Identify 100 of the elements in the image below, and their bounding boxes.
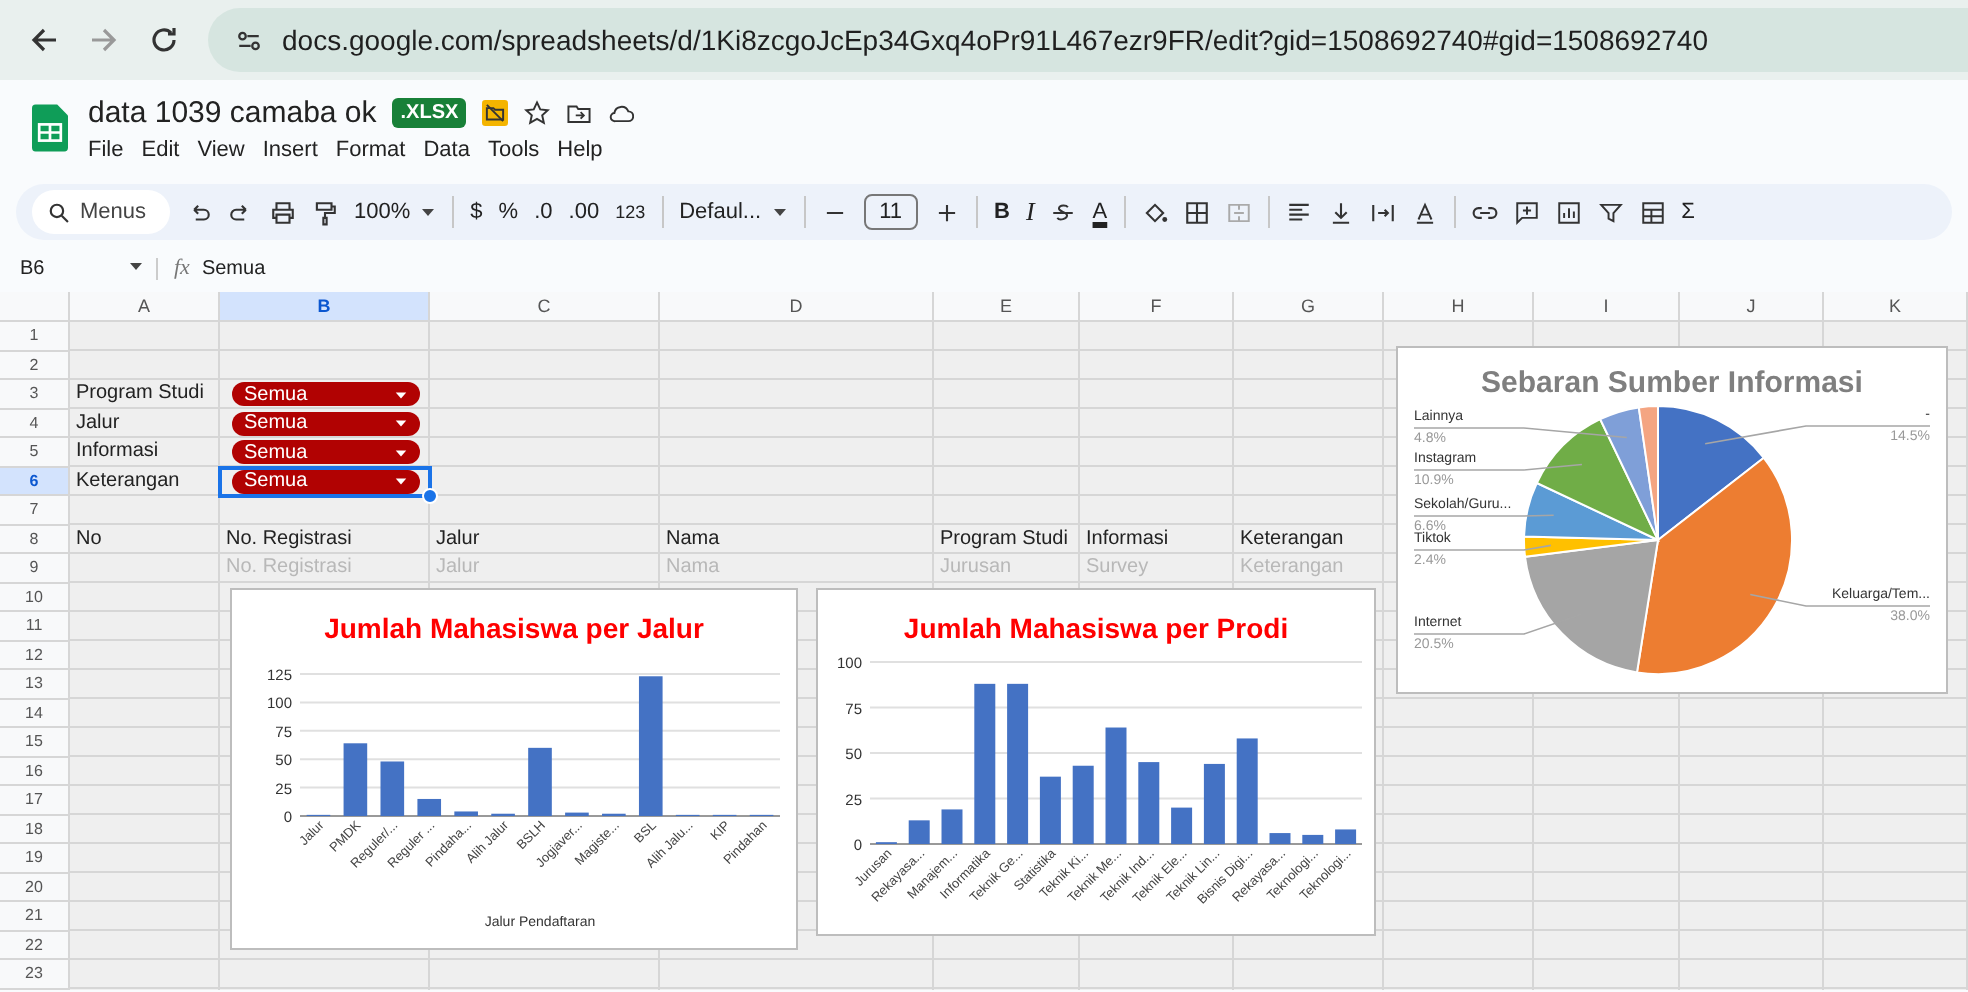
vertical-align-icon[interactable] xyxy=(1327,199,1354,225)
column-header[interactable]: J xyxy=(1680,292,1824,322)
filter-icon[interactable] xyxy=(1597,199,1624,225)
dropdown-chip[interactable]: Semua xyxy=(232,411,420,436)
row-header[interactable]: 2 xyxy=(0,351,70,380)
row-header[interactable]: 3 xyxy=(0,380,70,409)
row-header[interactable]: 12 xyxy=(0,641,70,670)
dropdown-chip[interactable]: Semua xyxy=(232,440,420,465)
plus-icon[interactable] xyxy=(933,199,960,225)
table-cell[interactable]: Semua xyxy=(220,467,430,496)
menu-item[interactable]: Help xyxy=(557,138,603,162)
align-left-icon[interactable] xyxy=(1285,199,1312,225)
table-cell[interactable]: Semua xyxy=(220,380,430,409)
menu-item[interactable]: Data xyxy=(423,138,470,162)
column-header[interactable]: A xyxy=(70,292,220,322)
borders-icon[interactable] xyxy=(1183,199,1210,225)
chart-icon[interactable] xyxy=(1555,199,1582,225)
decrease-decimals-button[interactable]: .0 xyxy=(534,200,553,224)
menus-search-field[interactable]: Menus xyxy=(32,190,171,234)
row-header[interactable]: 9 xyxy=(0,554,70,583)
dropdown-chip[interactable]: Semua xyxy=(232,382,420,407)
table-cell[interactable]: Jalur xyxy=(430,525,660,554)
back-icon[interactable] xyxy=(28,24,60,56)
row-header[interactable]: 1 xyxy=(0,322,70,351)
dropdown-chip[interactable]: Semua xyxy=(232,469,420,494)
table-cell[interactable]: Semua xyxy=(220,438,430,467)
table-cell[interactable]: No xyxy=(70,525,220,554)
table-cell[interactable]: Jalur xyxy=(70,409,220,438)
zoom-dropdown[interactable]: 100% xyxy=(354,200,437,224)
table-cell[interactable]: No. Registrasi xyxy=(220,525,430,554)
fill-handle[interactable] xyxy=(422,488,438,504)
row-header[interactable]: 8 xyxy=(0,525,70,554)
formula-field[interactable]: Semua xyxy=(201,257,266,279)
row-header[interactable]: 14 xyxy=(0,699,70,728)
row-header[interactable]: 17 xyxy=(0,786,70,815)
row-header[interactable]: 5 xyxy=(0,438,70,467)
row-header[interactable]: 7 xyxy=(0,496,70,525)
menu-item[interactable]: View xyxy=(197,138,245,162)
table-cell[interactable]: Informasi xyxy=(1080,525,1234,554)
row-header[interactable]: 13 xyxy=(0,670,70,699)
row-header[interactable]: 16 xyxy=(0,757,70,786)
menu-item[interactable]: File xyxy=(88,138,124,162)
table-cell[interactable]: Keterangan xyxy=(1234,525,1384,554)
row-header[interactable]: 23 xyxy=(0,960,70,989)
column-header[interactable]: B xyxy=(220,292,430,322)
site-settings-icon[interactable] xyxy=(236,27,262,53)
table-cell[interactable]: Nama xyxy=(660,525,934,554)
text-rotation-icon[interactable] xyxy=(1411,199,1438,225)
table-cell[interactable]: Keterangan xyxy=(70,467,220,496)
row-header[interactable]: 21 xyxy=(0,902,70,931)
folder-slash-icon[interactable] xyxy=(482,99,509,125)
bold-button[interactable]: B xyxy=(993,200,1010,224)
table-cell[interactable]: Semua xyxy=(220,409,430,438)
row-header[interactable]: 19 xyxy=(0,844,70,873)
menu-item[interactable]: Tools xyxy=(487,138,540,162)
document-title[interactable]: data 1039 camaba ok xyxy=(88,95,377,129)
print-icon[interactable] xyxy=(270,199,297,225)
strikethrough-icon[interactable] xyxy=(1050,199,1077,225)
row-header[interactable]: 6 xyxy=(0,467,70,496)
spreadsheet-logo-icon[interactable] xyxy=(32,104,68,152)
row-header[interactable]: 11 xyxy=(0,612,70,641)
star-icon[interactable] xyxy=(524,99,551,125)
table-cell[interactable]: Informasi xyxy=(70,438,220,467)
number-format-button[interactable]: 123 xyxy=(615,202,646,222)
row-header[interactable]: 18 xyxy=(0,815,70,844)
column-header[interactable]: I xyxy=(1534,292,1680,322)
row-header[interactable]: 15 xyxy=(0,728,70,757)
menu-item[interactable]: Format xyxy=(335,138,406,162)
merge-cells-icon[interactable] xyxy=(1225,199,1252,225)
paint-format-icon[interactable] xyxy=(312,199,339,225)
column-header[interactable]: C xyxy=(430,292,660,322)
table-icon[interactable] xyxy=(1639,199,1666,225)
column-header[interactable]: G xyxy=(1234,292,1384,322)
row-header[interactable]: 10 xyxy=(0,583,70,612)
text-color-button[interactable]: A xyxy=(1092,200,1108,224)
table-cell[interactable]: Program Studi xyxy=(70,380,220,409)
address-bar[interactable]: docs.google.com/spreadsheets/d/1Ki8zcgoJcEp34Gxq4oPr91L467ezr9FR/edit?gid=1508692740#gid=1508692740 xyxy=(208,8,1968,72)
row-header[interactable]: 20 xyxy=(0,873,70,902)
font-dropdown[interactable]: Defaul... xyxy=(679,200,788,224)
functions-button[interactable]: Σ xyxy=(1681,200,1695,224)
column-header[interactable]: D xyxy=(660,292,934,322)
reload-icon[interactable] xyxy=(148,24,180,56)
row-header[interactable]: 4 xyxy=(0,409,70,438)
menu-item[interactable]: Edit xyxy=(141,138,180,162)
percent-button[interactable]: % xyxy=(498,200,519,224)
cell-name-box[interactable]: B6 xyxy=(20,257,158,279)
column-header[interactable]: K xyxy=(1824,292,1968,322)
text-wrap-icon[interactable] xyxy=(1369,199,1396,225)
fill-color-icon[interactable] xyxy=(1141,199,1168,225)
italic-button[interactable]: I xyxy=(1025,196,1035,228)
menu-item[interactable]: Insert xyxy=(262,138,318,162)
column-header[interactable]: F xyxy=(1080,292,1234,322)
comment-icon[interactable] xyxy=(1513,199,1540,225)
table-cell[interactable]: Program Studi xyxy=(934,525,1080,554)
font-size-field[interactable]: 11 xyxy=(863,194,918,230)
increase-decimals-button[interactable]: .00 xyxy=(568,200,600,224)
currency-button[interactable]: $ xyxy=(470,200,483,224)
column-header[interactable]: H xyxy=(1384,292,1534,322)
row-header[interactable]: 22 xyxy=(0,931,70,960)
column-header[interactable]: E xyxy=(934,292,1080,322)
